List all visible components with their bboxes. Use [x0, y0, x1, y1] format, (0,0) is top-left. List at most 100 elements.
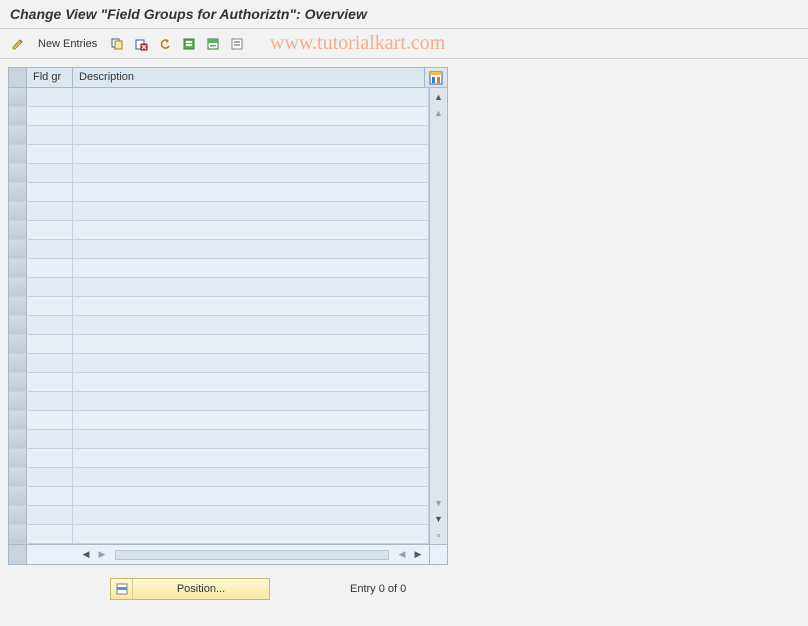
cell-description[interactable] — [73, 468, 429, 486]
cell-fldgr[interactable] — [27, 240, 73, 258]
position-button[interactable]: Position... — [110, 578, 270, 600]
table-row[interactable] — [9, 164, 429, 183]
cell-description[interactable] — [73, 164, 429, 182]
scroll-left-icon[interactable]: ▶ — [95, 548, 109, 562]
scroll-down-icon[interactable]: ▼ — [432, 496, 446, 510]
scroll-right-icon[interactable]: ◀ — [395, 548, 409, 562]
cell-fldgr[interactable] — [27, 126, 73, 144]
row-selector[interactable] — [9, 411, 27, 429]
cell-fldgr[interactable] — [27, 373, 73, 391]
undo-icon[interactable] — [155, 34, 175, 54]
row-selector[interactable] — [9, 240, 27, 258]
scroll-down-icon[interactable]: ▼ — [432, 512, 446, 526]
row-selector[interactable] — [9, 183, 27, 201]
cell-fldgr[interactable] — [27, 468, 73, 486]
row-selector[interactable] — [9, 392, 27, 410]
table-row[interactable] — [9, 278, 429, 297]
cell-description[interactable] — [73, 297, 429, 315]
cell-description[interactable] — [73, 449, 429, 467]
cell-fldgr[interactable] — [27, 145, 73, 163]
table-row[interactable] — [9, 354, 429, 373]
cell-fldgr[interactable] — [27, 354, 73, 372]
copy-icon[interactable] — [107, 34, 127, 54]
cell-description[interactable] — [73, 278, 429, 296]
row-selector[interactable] — [9, 468, 27, 486]
table-row[interactable] — [9, 468, 429, 487]
cell-fldgr[interactable] — [27, 202, 73, 220]
hscroll-track[interactable] — [115, 550, 389, 560]
cell-description[interactable] — [73, 354, 429, 372]
row-selector[interactable] — [9, 316, 27, 334]
select-block-icon[interactable] — [203, 34, 223, 54]
cell-description[interactable] — [73, 316, 429, 334]
table-row[interactable] — [9, 221, 429, 240]
cell-fldgr[interactable] — [27, 525, 73, 543]
cell-fldgr[interactable] — [27, 430, 73, 448]
deselect-icon[interactable] — [227, 34, 247, 54]
select-all-icon[interactable] — [179, 34, 199, 54]
col-header-fldgr[interactable]: Fld gr — [27, 68, 73, 87]
table-row[interactable] — [9, 240, 429, 259]
row-selector[interactable] — [9, 88, 27, 106]
cell-fldgr[interactable] — [27, 88, 73, 106]
cell-fldgr[interactable] — [27, 107, 73, 125]
row-selector[interactable] — [9, 145, 27, 163]
table-row[interactable] — [9, 297, 429, 316]
row-selector[interactable] — [9, 487, 27, 505]
row-selector[interactable] — [9, 430, 27, 448]
table-row[interactable] — [9, 107, 429, 126]
row-selector[interactable] — [9, 202, 27, 220]
new-entries-button[interactable]: New Entries — [32, 36, 103, 52]
table-row[interactable] — [9, 487, 429, 506]
cell-fldgr[interactable] — [27, 392, 73, 410]
cell-fldgr[interactable] — [27, 316, 73, 334]
cell-fldgr[interactable] — [27, 506, 73, 524]
row-selector[interactable] — [9, 354, 27, 372]
table-row[interactable] — [9, 202, 429, 221]
scroll-up-icon[interactable]: ▲ — [432, 90, 446, 104]
edit-icon[interactable] — [8, 34, 28, 54]
table-row[interactable] — [9, 373, 429, 392]
row-selector[interactable] — [9, 278, 27, 296]
row-selector[interactable] — [9, 164, 27, 182]
table-row[interactable] — [9, 259, 429, 278]
cell-description[interactable] — [73, 202, 429, 220]
table-row[interactable] — [9, 316, 429, 335]
table-row[interactable] — [9, 88, 429, 107]
table-row[interactable] — [9, 411, 429, 430]
cell-description[interactable] — [73, 183, 429, 201]
row-selector[interactable] — [9, 221, 27, 239]
row-selector[interactable] — [9, 107, 27, 125]
delete-icon[interactable] — [131, 34, 151, 54]
row-selector[interactable] — [9, 525, 27, 543]
table-row[interactable] — [9, 183, 429, 202]
cell-description[interactable] — [73, 487, 429, 505]
vertical-scrollbar[interactable]: ▲ ▲ ▼ ▼ ▫ — [429, 88, 447, 544]
row-selector-header[interactable] — [9, 68, 27, 87]
row-selector[interactable] — [9, 506, 27, 524]
table-row[interactable] — [9, 126, 429, 145]
row-selector[interactable] — [9, 335, 27, 353]
cell-description[interactable] — [73, 88, 429, 106]
cell-description[interactable] — [73, 411, 429, 429]
row-selector[interactable] — [9, 297, 27, 315]
table-row[interactable] — [9, 392, 429, 411]
cell-fldgr[interactable] — [27, 449, 73, 467]
cell-fldgr[interactable] — [27, 164, 73, 182]
table-row[interactable] — [9, 449, 429, 468]
cell-description[interactable] — [73, 506, 429, 524]
cell-description[interactable] — [73, 221, 429, 239]
cell-description[interactable] — [73, 240, 429, 258]
cell-description[interactable] — [73, 126, 429, 144]
cell-fldgr[interactable] — [27, 487, 73, 505]
scroll-up-icon[interactable]: ▲ — [432, 106, 446, 120]
cell-fldgr[interactable] — [27, 259, 73, 277]
cell-description[interactable] — [73, 259, 429, 277]
row-selector[interactable] — [9, 126, 27, 144]
scroll-left-icon[interactable]: ◀ — [79, 548, 93, 562]
row-selector[interactable] — [9, 373, 27, 391]
cell-fldgr[interactable] — [27, 221, 73, 239]
table-config-icon[interactable] — [425, 68, 447, 87]
table-row[interactable] — [9, 335, 429, 354]
table-row[interactable] — [9, 525, 429, 544]
